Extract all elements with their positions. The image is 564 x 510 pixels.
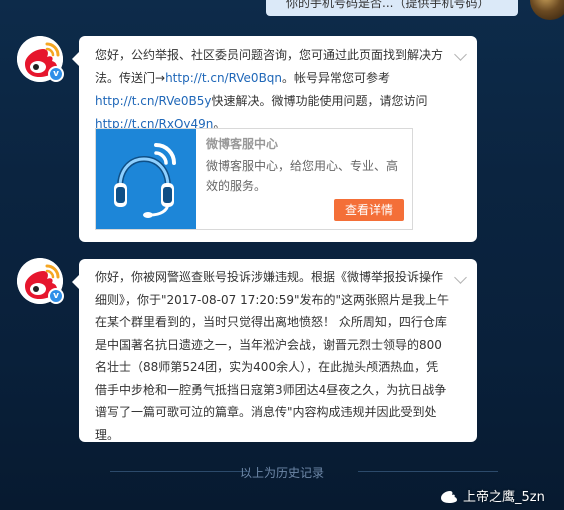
weibo-logo-icon (441, 491, 457, 503)
divider (358, 471, 498, 472)
headset-icon (96, 129, 196, 229)
watermark: 上帝之鹰_5zn (440, 486, 545, 505)
service-card[interactable]: 微博客服中心 微博客服中心，给您用心、专业、高效的服务。 查看详情 (95, 128, 413, 230)
message-text-part: 快速解决。微博功能使用问题，请您访问 (211, 94, 428, 108)
watermark-text: 上帝之鹰_5zn (463, 490, 545, 505)
view-details-button[interactable]: 查看详情 (334, 199, 404, 221)
card-description: 微博客服中心，给您用心、专业、高效的服务。 (206, 159, 399, 193)
message-text-part: 。帐号异常您可参考 (282, 71, 391, 85)
message-text: 你好，你被网警巡查账号投诉涉嫌违规。根据《微博举报投诉操作细则》，你于"2017… (95, 270, 450, 442)
link-help-center[interactable]: http://t.cn/RVe0Bqn (165, 71, 282, 85)
verified-badge-icon: v (48, 66, 64, 82)
outgoing-message-bubble: 你的手机号码是否...（提供手机号码） (266, 0, 518, 16)
outgoing-message-text: 你的手机号码是否...（提供手机号码） (286, 0, 490, 10)
link-account-issue[interactable]: http://t.cn/RVe0B5y (95, 94, 211, 108)
chevron-down-icon[interactable] (454, 48, 467, 61)
message-text: 您好，公约举报、社区委员问题咨询，您可通过此页面找到解决方法。传送门→http:… (95, 44, 449, 136)
message-bubble: 你好，你被网警巡查账号投诉涉嫌违规。根据《微博举报投诉操作细则》，你于"2017… (72, 259, 477, 442)
message-bubble: 您好，公约举报、社区委员问题咨询，您可通过此页面找到解决方法。传送门→http:… (72, 36, 477, 242)
card-title: 微博客服中心 (206, 137, 279, 151)
verified-badge-icon: v (48, 288, 64, 304)
history-label: 以上为历史记录 (239, 466, 324, 480)
chevron-down-icon[interactable] (454, 271, 467, 284)
